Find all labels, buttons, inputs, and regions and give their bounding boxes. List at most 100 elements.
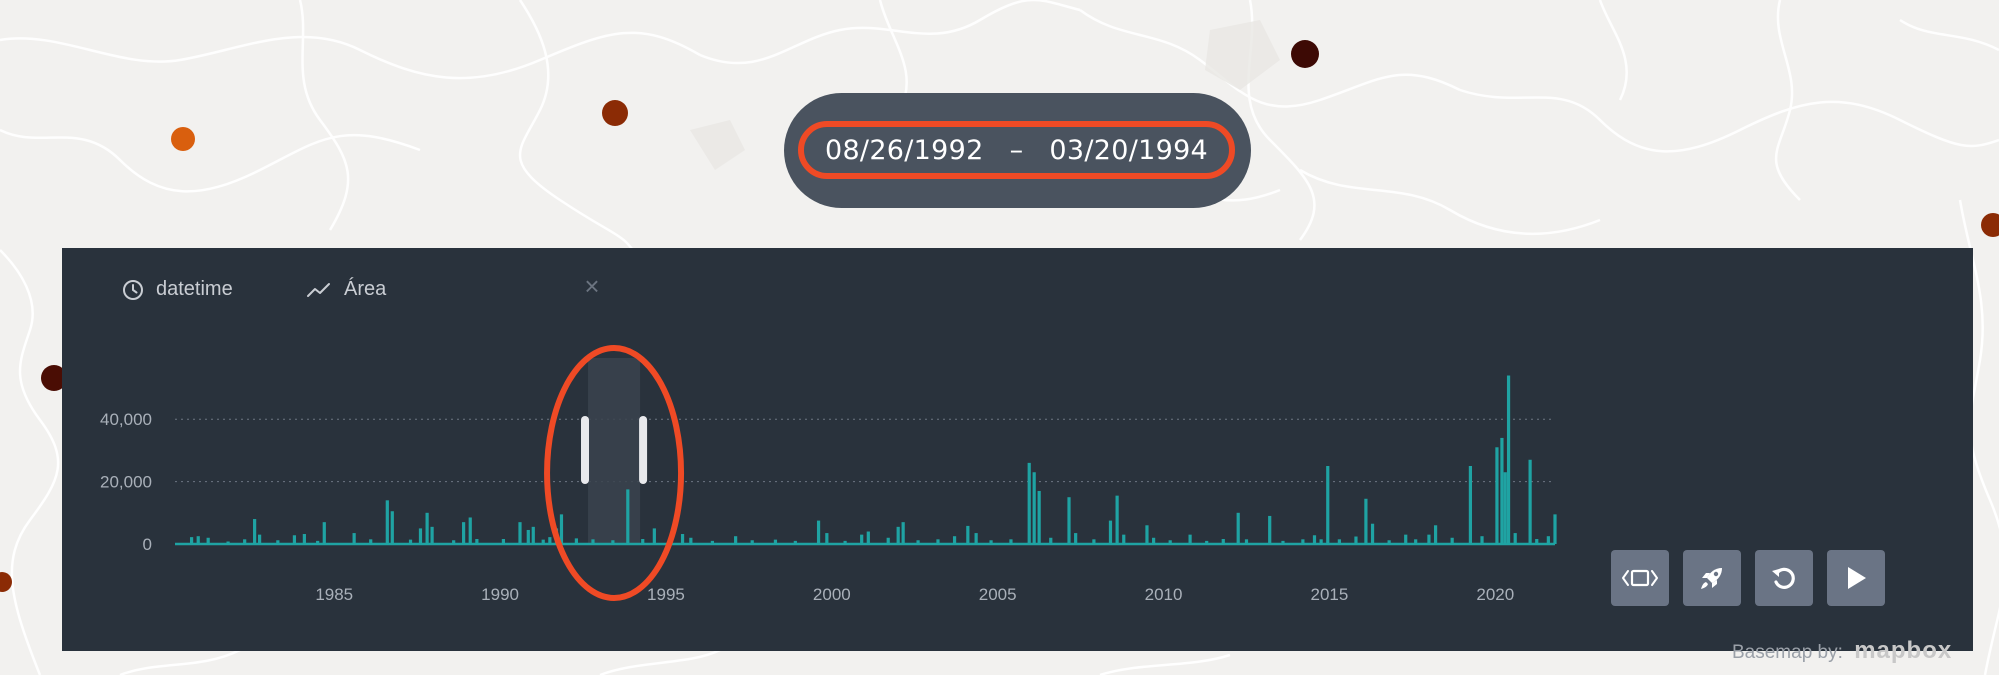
reset-button[interactable]	[1755, 550, 1813, 606]
series-bar	[1513, 533, 1517, 544]
series-bar	[1301, 539, 1305, 544]
range-start-date: 08/26/1992	[824, 134, 984, 166]
y-tick-label: 40,000	[100, 410, 152, 429]
series-bar	[1495, 447, 1499, 544]
date-range-pill: 08/26/1992 – 03/20/1994	[784, 93, 1251, 208]
series-bar	[1108, 520, 1113, 544]
y-tick-label: 20,000	[100, 473, 152, 492]
series-bar	[680, 534, 685, 544]
map-point-marker[interactable]	[1291, 40, 1319, 68]
series-bar	[989, 540, 993, 544]
series-bar	[641, 539, 645, 544]
rocket-icon	[1701, 568, 1722, 589]
series-bar	[475, 539, 479, 544]
series-bar	[710, 540, 715, 544]
x-tick-label: 2010	[1145, 585, 1183, 604]
series-bar	[1480, 536, 1484, 544]
play-icon	[1848, 567, 1866, 589]
series-bar	[1152, 537, 1156, 544]
series-bar	[952, 536, 957, 544]
series-bar	[896, 526, 900, 544]
series-bar	[369, 539, 373, 544]
series-bar	[1049, 537, 1053, 544]
x-tick-label: 2020	[1476, 585, 1514, 604]
series-bar	[1281, 540, 1285, 544]
series-bar	[316, 540, 320, 544]
series-bar	[302, 534, 306, 544]
series-bar	[196, 536, 200, 544]
range-separator: –	[1009, 134, 1024, 166]
date-range-highlight: 08/26/1992 – 03/20/1994	[798, 121, 1235, 179]
series-bar	[1145, 525, 1149, 544]
series-bar	[1326, 466, 1330, 544]
series-bar	[425, 512, 429, 544]
map-point-marker[interactable]	[171, 127, 195, 151]
series-bar	[1468, 466, 1473, 544]
series-bar	[901, 522, 905, 544]
series-bar	[1364, 498, 1368, 544]
x-tick-label: 1990	[481, 585, 519, 604]
series-bar	[591, 539, 595, 544]
series-bar	[1500, 437, 1504, 544]
x-tick-label: 1985	[315, 585, 353, 604]
series-bar	[226, 541, 230, 544]
series-bar	[773, 539, 778, 544]
attribution-text: Basemap by:	[1732, 642, 1843, 663]
play-button[interactable]	[1827, 550, 1885, 606]
series-bar	[1027, 462, 1031, 544]
series-bar	[1188, 534, 1192, 544]
mapbox-logo: mapbox	[1854, 637, 1953, 664]
series-bar	[1414, 539, 1418, 544]
series-bar	[626, 489, 630, 544]
series-bar	[385, 500, 389, 544]
series-bar	[1115, 495, 1119, 544]
series-bar	[611, 540, 615, 544]
series-bar	[462, 522, 466, 544]
series-bar	[734, 536, 738, 544]
series-bar	[1168, 540, 1172, 544]
series-bar	[452, 540, 456, 544]
series-bar	[276, 540, 280, 544]
series-bar	[1387, 540, 1391, 544]
series-bar	[1370, 523, 1375, 544]
series-bar	[1037, 490, 1041, 544]
series-bar	[1067, 497, 1071, 544]
series-bar	[1427, 534, 1431, 544]
series-bar	[860, 534, 864, 544]
series-bar	[652, 528, 656, 544]
series-bar	[966, 525, 970, 544]
series-bar	[1236, 512, 1240, 544]
x-tick-label: 1995	[647, 585, 685, 604]
series-bar	[1205, 540, 1209, 544]
series-bar	[1122, 534, 1126, 544]
series-bar	[689, 537, 693, 544]
map-point-marker[interactable]	[602, 100, 628, 126]
series-bar	[548, 537, 552, 544]
map-point-marker[interactable]	[1981, 213, 1999, 237]
window-brackets-icon	[1622, 569, 1658, 587]
series-bar	[1268, 515, 1272, 544]
series-bar	[1074, 533, 1078, 544]
series-bar	[1092, 539, 1096, 544]
brush-selection[interactable]	[588, 358, 641, 544]
brush-handle-start[interactable]	[581, 416, 590, 484]
series-bar	[793, 540, 797, 544]
series-bar	[206, 537, 210, 544]
series-bar	[1528, 459, 1532, 544]
speed-button[interactable]	[1683, 550, 1741, 606]
brush-handle-end[interactable]	[639, 416, 648, 484]
map-view[interactable]: 08/26/1992 – 03/20/1994 datetime Área × …	[0, 0, 1999, 675]
series-bar	[1503, 472, 1507, 544]
map-attribution[interactable]: Basemap by: mapbox	[1732, 637, 1952, 665]
series-bar	[974, 533, 978, 544]
window-mode-button[interactable]	[1611, 550, 1669, 606]
range-end-date: 03/20/1994	[1049, 134, 1209, 166]
series-bar	[418, 528, 423, 544]
series-bar	[1450, 537, 1454, 544]
x-tick-label: 2015	[1311, 585, 1349, 604]
series-bar	[468, 517, 472, 544]
series-bar	[322, 522, 326, 544]
series-bar	[1221, 539, 1225, 544]
series-bar	[1404, 534, 1408, 544]
series-bar	[430, 526, 434, 544]
